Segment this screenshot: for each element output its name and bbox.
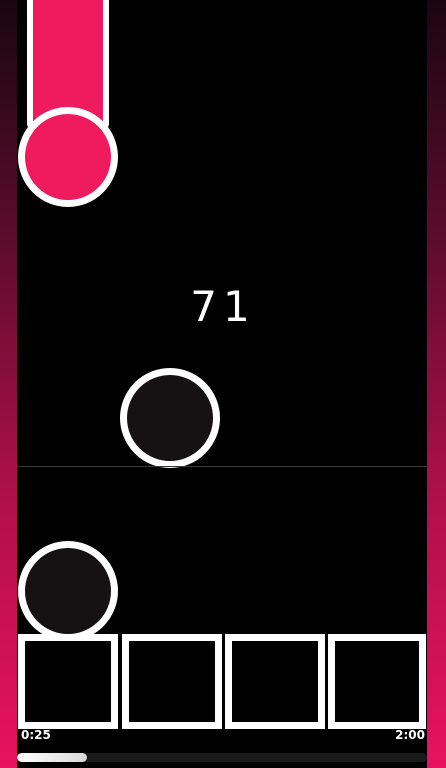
lane-pad-3[interactable] (225, 634, 325, 729)
judgement-line (17, 466, 427, 467)
lane-pad-2[interactable] (122, 634, 222, 729)
score-display: 71 (190, 282, 256, 331)
lane-pads (18, 634, 426, 730)
right-side-glow (427, 0, 446, 768)
song-progress-fill (17, 753, 87, 762)
left-side-glow (0, 0, 17, 768)
lane-pad-1[interactable] (18, 634, 118, 729)
song-progress-bar (17, 753, 427, 762)
lane-pad-4[interactable] (328, 634, 426, 729)
elapsed-time: 0:25 (21, 728, 51, 742)
hold-note-head (18, 107, 118, 207)
tap-note (18, 541, 118, 641)
tap-note (120, 368, 220, 468)
total-time: 2:00 (395, 728, 425, 742)
